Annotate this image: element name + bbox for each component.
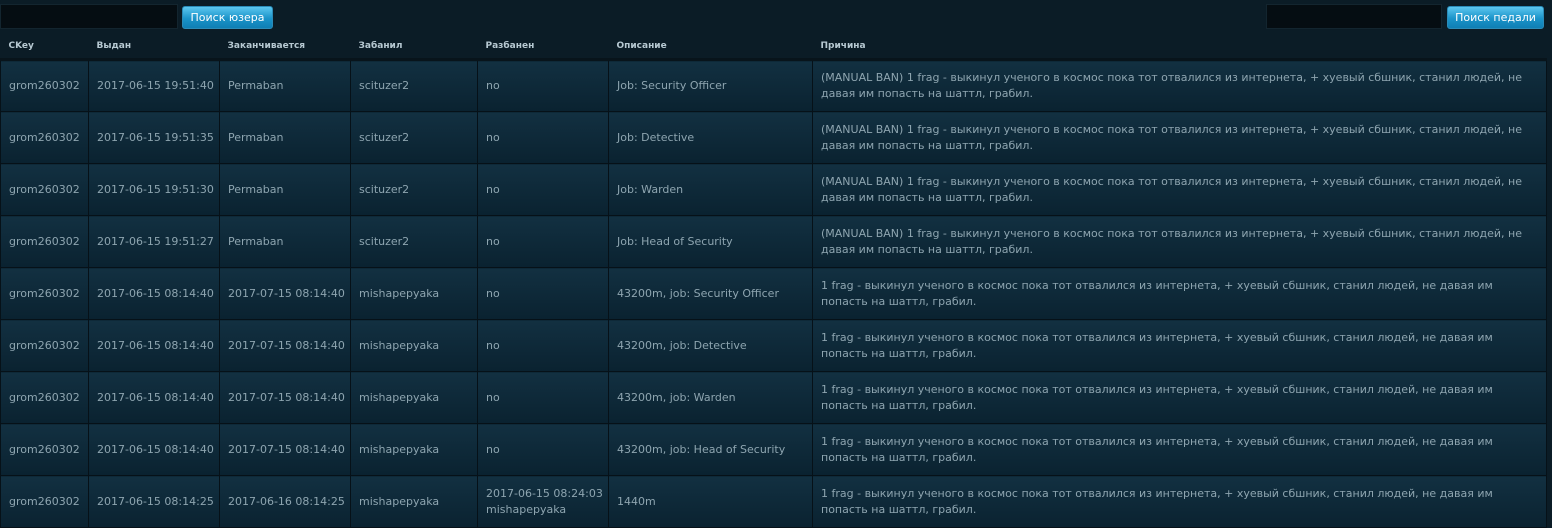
cell-ckey: grom260302 xyxy=(0,59,89,112)
cell-description: Job: Head of Security xyxy=(608,215,813,268)
pedal-search-input[interactable] xyxy=(1266,4,1442,29)
cell-issued: 2017-06-15 19:51:30 xyxy=(88,163,220,216)
table-row: grom260302 2017-06-15 19:51:30 Permaban sci… xyxy=(0,163,1547,216)
cell-ckey: grom260302 xyxy=(0,319,89,372)
cell-banned-by: mishapepyaka xyxy=(350,371,478,424)
cell-unbanned: no xyxy=(477,371,609,424)
cell-reason: 1 frag - выкинул ученого в космос пока т… xyxy=(812,475,1547,528)
cell-ckey: grom260302 xyxy=(0,267,89,320)
cell-description: Job: Detective xyxy=(608,111,813,164)
cell-reason: (MANUAL BAN) 1 frag - выкинул ученого в … xyxy=(812,111,1547,164)
column-header-description: Описание xyxy=(608,33,813,61)
table-row: grom260302 2017-06-15 19:51:40 Permaban sci… xyxy=(0,59,1547,112)
user-search-button[interactable]: Поиск юзера xyxy=(182,6,273,29)
cell-description: 43200m, job: Detective xyxy=(608,319,813,372)
cell-banned-by: mishapepyaka xyxy=(350,267,478,320)
toolbar: Поиск юзера Поиск педали xyxy=(0,0,1552,33)
cell-expires: 2017-07-15 08:14:40 xyxy=(219,423,351,476)
cell-ckey: grom260302 xyxy=(0,111,89,164)
cell-banned-by: scituzer2 xyxy=(350,163,478,216)
cell-description: Job: Warden xyxy=(608,163,813,216)
column-header-issued: Выдан xyxy=(88,33,220,61)
cell-unbanned: 2017-06-15 08:24:03 mishapepyaka xyxy=(477,475,609,528)
cell-description: 43200m, job: Head of Security xyxy=(608,423,813,476)
cell-expires: Permaban xyxy=(219,59,351,112)
cell-unbanned: no xyxy=(477,215,609,268)
cell-expires: 2017-07-15 08:14:40 xyxy=(219,267,351,320)
table-row: grom260302 2017-06-15 08:14:40 2017-07-15 … xyxy=(0,319,1547,372)
cell-ckey: grom260302 xyxy=(0,475,89,528)
table-row: grom260302 2017-06-15 08:14:25 2017-06-16 … xyxy=(0,475,1547,528)
table-header: CKey Выдан Заканчивается Забанил Разбанен Опи… xyxy=(0,33,1547,61)
cell-unbanned: no xyxy=(477,163,609,216)
cell-expires: 2017-07-15 08:14:40 xyxy=(219,371,351,424)
cell-reason: 1 frag - выкинул ученого в космос пока т… xyxy=(812,423,1547,476)
user-search-input[interactable] xyxy=(0,4,178,29)
cell-ckey: grom260302 xyxy=(0,163,89,216)
cell-banned-by: mishapepyaka xyxy=(350,423,478,476)
column-header-expires: Заканчивается xyxy=(219,33,351,61)
cell-unbanned: no xyxy=(477,423,609,476)
cell-description: 43200m, job: Security Officer xyxy=(608,267,813,320)
column-header-reason: Причина xyxy=(812,33,1547,61)
cell-reason: 1 frag - выкинул ученого в космос пока т… xyxy=(812,319,1547,372)
ban-table: CKey Выдан Заканчивается Забанил Разбанен Опи… xyxy=(0,33,1547,528)
cell-description: 43200m, job: Warden xyxy=(608,371,813,424)
cell-unbanned: no xyxy=(477,319,609,372)
cell-issued: 2017-06-15 08:14:25 xyxy=(88,475,220,528)
cell-description: Job: Security Officer xyxy=(608,59,813,112)
table-row: grom260302 2017-06-15 08:14:40 2017-07-15 … xyxy=(0,423,1547,476)
cell-issued: 2017-06-15 08:14:40 xyxy=(88,267,220,320)
cell-ckey: grom260302 xyxy=(0,215,89,268)
column-header-banned-by: Забанил xyxy=(350,33,478,61)
header-row: CKey Выдан Заканчивается Забанил Разбанен Опи… xyxy=(0,33,1547,61)
table-row: grom260302 2017-06-15 19:51:27 Permaban sci… xyxy=(0,215,1547,268)
cell-ckey: grom260302 xyxy=(0,371,89,424)
cell-issued: 2017-06-15 19:51:35 xyxy=(88,111,220,164)
cell-banned-by: scituzer2 xyxy=(350,59,478,112)
cell-banned-by: scituzer2 xyxy=(350,215,478,268)
cell-ckey: grom260302 xyxy=(0,423,89,476)
column-header-unbanned: Разбанен xyxy=(477,33,609,61)
cell-expires: 2017-06-16 08:14:25 xyxy=(219,475,351,528)
cell-issued: 2017-06-15 19:51:40 xyxy=(88,59,220,112)
cell-reason: (MANUAL BAN) 1 frag - выкинул ученого в … xyxy=(812,163,1547,216)
cell-issued: 2017-06-15 08:14:40 xyxy=(88,319,220,372)
column-header-ckey: CKey xyxy=(0,33,89,61)
table-row: grom260302 2017-06-15 08:14:40 2017-07-15 … xyxy=(0,267,1547,320)
cell-expires: Permaban xyxy=(219,111,351,164)
cell-banned-by: scituzer2 xyxy=(350,111,478,164)
table-body: grom260302 2017-06-15 19:51:40 Permaban sci… xyxy=(0,59,1547,528)
cell-reason: (MANUAL BAN) 1 frag - выкинул ученого в … xyxy=(812,215,1547,268)
cell-reason: 1 frag - выкинул ученого в космос пока т… xyxy=(812,267,1547,320)
cell-banned-by: mishapepyaka xyxy=(350,475,478,528)
pedal-search-button[interactable]: Поиск педали xyxy=(1447,6,1544,29)
cell-expires: Permaban xyxy=(219,215,351,268)
cell-unbanned: no xyxy=(477,267,609,320)
cell-expires: 2017-07-15 08:14:40 xyxy=(219,319,351,372)
cell-reason: 1 frag - выкинул ученого в космос пока т… xyxy=(812,371,1547,424)
cell-issued: 2017-06-15 08:14:40 xyxy=(88,423,220,476)
cell-unbanned: no xyxy=(477,111,609,164)
table-row: grom260302 2017-06-15 19:51:35 Permaban sci… xyxy=(0,111,1547,164)
cell-reason: (MANUAL BAN) 1 frag - выкинул ученого в … xyxy=(812,59,1547,112)
cell-issued: 2017-06-15 19:51:27 xyxy=(88,215,220,268)
table-row: grom260302 2017-06-15 08:14:40 2017-07-15 … xyxy=(0,371,1547,424)
cell-description: 1440m xyxy=(608,475,813,528)
cell-unbanned: no xyxy=(477,59,609,112)
cell-banned-by: mishapepyaka xyxy=(350,319,478,372)
cell-issued: 2017-06-15 08:14:40 xyxy=(88,371,220,424)
cell-expires: Permaban xyxy=(219,163,351,216)
